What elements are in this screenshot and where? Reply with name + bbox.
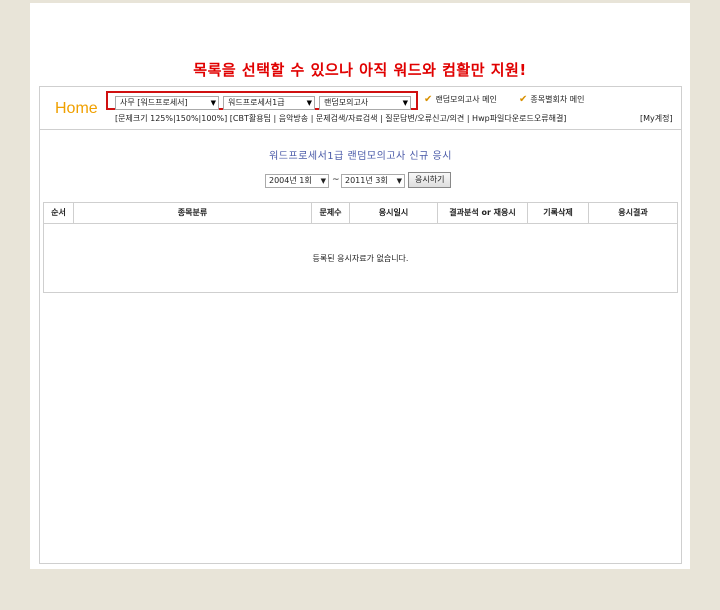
subject-select[interactable]: 워드프로세서1급 ▼ [223,96,315,110]
home-link[interactable]: Home [55,100,98,118]
col-delete-record: 기록삭제 [528,203,589,223]
random-exam-main-link[interactable]: ✔ 랜덤모의고사 메인 [424,94,497,105]
dropdown-arrow-icon: ▼ [210,99,216,107]
notice-banner: 목록을 선택할 수 있으나 아직 워드와 컴활만 지원! [193,61,527,79]
dropdown-arrow-icon: ▼ [320,177,326,185]
start-exam-button[interactable]: 응시하기 [408,172,452,188]
main-frame: Home 사무 [워드프로세서] ▼ 워드프로세서1급 ▼ 랜덤모의고사 ▼ ✔… [39,86,682,564]
subject-select-value: 워드프로세서1급 [228,98,285,107]
exam-history-table: 순서 종목분류 문제수 응시일시 결과분석 or 재응시 기록삭제 응시결과 등… [43,202,678,293]
range-separator: ~ [332,175,340,185]
col-exam-result: 응시결과 [618,208,648,217]
header-divider [40,129,681,130]
exam-title: 워드프로세서1급 랜덤모의고사 신규 응시 [269,151,452,162]
col-result-analysis: 결과분석 or 재응시 [438,203,528,223]
selection-highlight-box: 사무 [워드프로세서] ▼ 워드프로세서1급 ▼ 랜덤모의고사 ▼ [106,91,418,110]
page-container: 목록을 선택할 수 있으나 아직 워드와 컴활만 지원! Home 사무 [워드… [30,3,690,569]
check-icon: ✔ [519,94,528,105]
col-order: 순서 [44,203,74,223]
category-select-value: 사무 [워드프로세서] [120,98,188,107]
round-main-link[interactable]: ✔ 종목별회차 메인 [519,94,584,105]
col-exam-datetime: 응시일시 [350,203,438,223]
dropdown-arrow-icon: ▼ [306,99,312,107]
end-round-select[interactable]: 2011년 3회 ▼ [341,174,405,188]
category-select[interactable]: 사무 [워드프로세서] ▼ [115,96,219,110]
nav-link-bar[interactable]: [문제크기 125%|150%|100%] [CBT활용팁 | 음악방송 | 문… [115,113,566,124]
col-question-count: 문제수 [312,203,350,223]
dropdown-arrow-icon: ▼ [402,99,408,107]
col-category: 종목분류 [74,203,312,223]
my-account-link[interactable]: [My계정] [640,113,673,124]
start-round-select[interactable]: 2004년 1회 ▼ [265,174,329,188]
check-icon: ✔ [424,94,433,105]
dropdown-arrow-icon: ▼ [396,177,402,185]
exam-type-select[interactable]: 랜덤모의고사 ▼ [319,96,411,110]
table-header: 순서 종목분류 문제수 응시일시 결과분석 or 재응시 기록삭제 응시결과 [44,203,677,224]
exam-type-select-value: 랜덤모의고사 [324,98,369,107]
empty-message: 등록된 응시자료가 없습니다. [312,254,409,263]
